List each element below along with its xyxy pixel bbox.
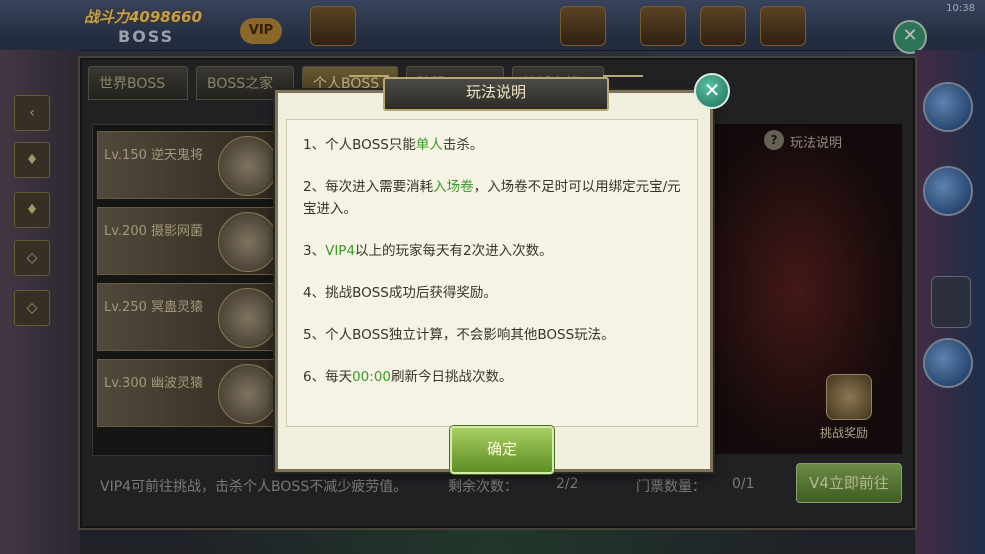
confirm-button[interactable]: 确定 xyxy=(450,426,554,474)
ornament xyxy=(603,75,643,89)
rules-dialog: 玩法说明 ✕ 1、个人BOSS只能单人击杀。 2、每次进入需要消耗入场卷，入场卷… xyxy=(275,73,730,474)
dialog-body: 1、个人BOSS只能单人击杀。 2、每次进入需要消耗入场卷，入场卷不足时可以用绑… xyxy=(286,119,698,474)
rule-item: 5、个人BOSS独立计算，不会影响其他BOSS玩法。 xyxy=(303,327,615,343)
rule-item: 1、个人BOSS只能单人击杀。 xyxy=(303,137,484,153)
rules-list: 1、个人BOSS只能单人击杀。 2、每次进入需要消耗入场卷，入场卷不足时可以用绑… xyxy=(303,134,693,408)
dialog-title: 玩法说明 xyxy=(465,83,526,101)
rule-item: 2、每次进入需要消耗入场卷，入场卷不足时可以用绑定元宝/元宝进入。 xyxy=(303,179,681,217)
dialog-header: 玩法说明 xyxy=(349,75,643,111)
rule-item: 4、挑战BOSS成功后获得奖励。 xyxy=(303,285,497,301)
rule-item: 3、VIP4以上的玩家每天有2次进入次数。 xyxy=(303,243,553,259)
rule-item: 6、每天00:00刷新今日挑战次数。 xyxy=(303,369,513,385)
close-icon[interactable]: ✕ xyxy=(694,73,730,109)
ornament xyxy=(349,75,389,89)
